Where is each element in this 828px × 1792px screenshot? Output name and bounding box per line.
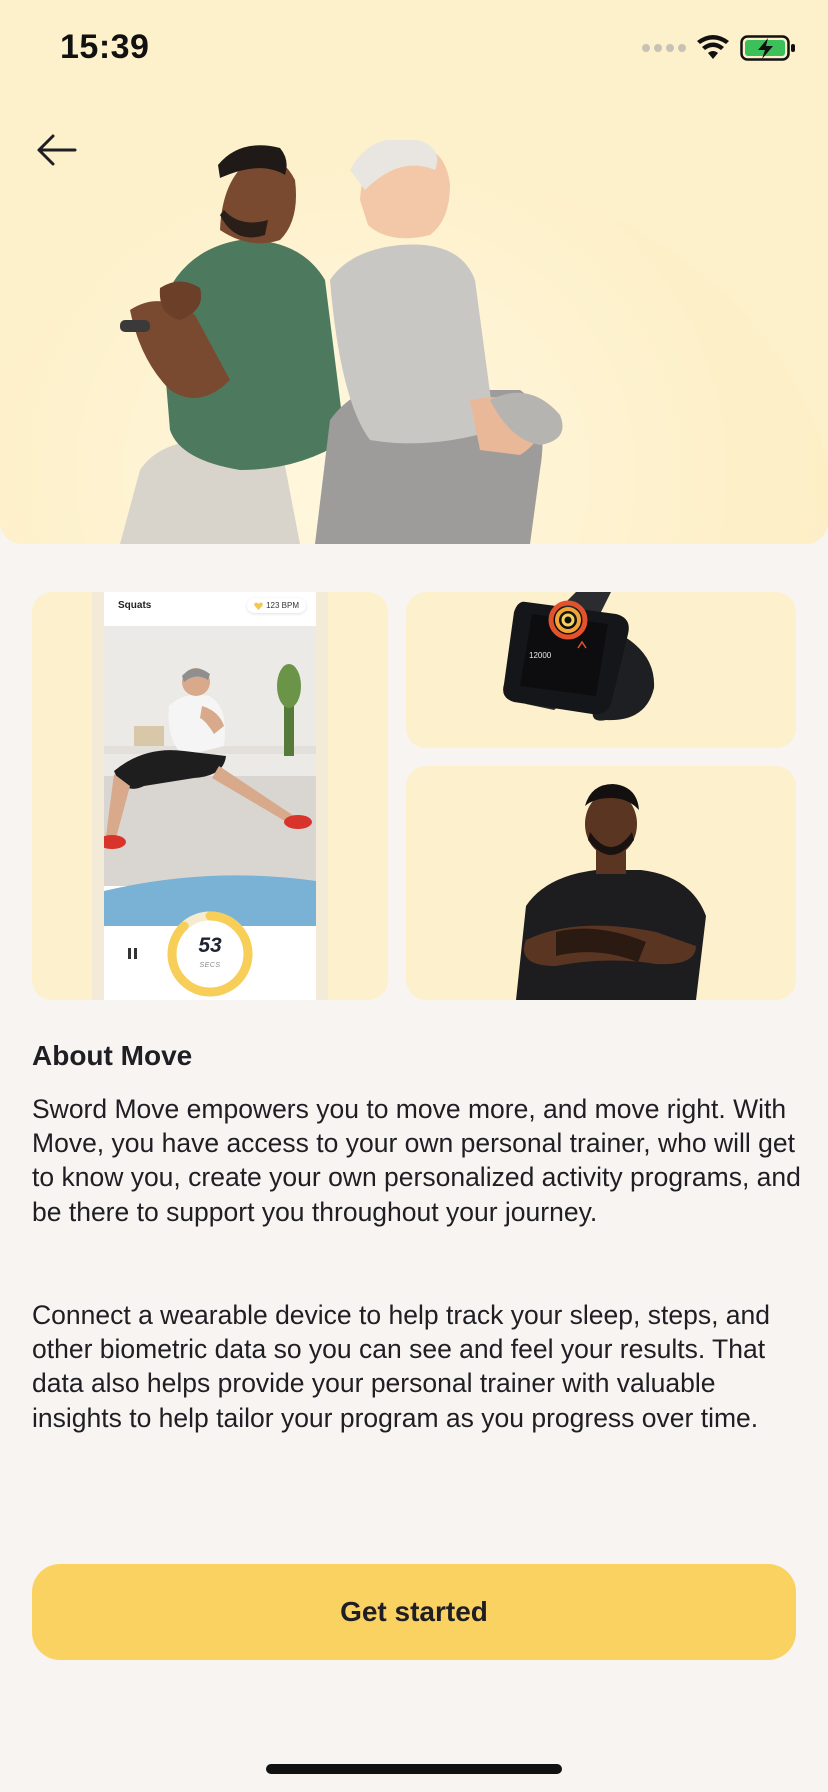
exercise-timer: 53 SECS — [166, 910, 254, 998]
phone-mockup: Squats 123 BPM 53 SECS — [92, 592, 328, 1000]
heart-rate-badge: 123 BPM — [247, 598, 306, 613]
about-description-paragraph-2: Connect a wearable device to help track … — [32, 1300, 771, 1433]
timer-unit: SECS — [199, 962, 221, 969]
gallery-wearable-card: 12000 — [406, 592, 796, 748]
get-started-button[interactable]: Get started — [32, 1564, 796, 1660]
battery-charging-icon — [740, 35, 795, 61]
personal-trainer-image — [516, 784, 706, 1000]
gallery-trainer-card — [406, 766, 796, 1000]
status-time: 15:39 — [60, 28, 150, 66]
watch-step-readout: 12000 — [529, 651, 552, 660]
smartwatch-image: 12000 — [503, 592, 655, 721]
phone-screen: Squats 123 BPM 53 SECS — [104, 592, 316, 1000]
hero-image-two-people-stretching — [120, 140, 563, 544]
back-button[interactable] — [30, 128, 82, 172]
timer-value: 53 — [198, 934, 222, 957]
heart-icon — [254, 601, 263, 610]
about-description-paragraph-1: Sword Move empowers you to move more, an… — [32, 1094, 801, 1227]
wifi-icon — [697, 35, 729, 59]
exercise-name: Squats — [118, 600, 152, 611]
status-bar: 15:39 — [0, 0, 828, 100]
pause-icon — [126, 948, 138, 960]
arrow-left-icon — [37, 134, 77, 166]
heart-rate-value: 123 BPM — [266, 601, 299, 610]
home-indicator — [266, 1764, 562, 1774]
gallery-app-screenshot-card: Squats 123 BPM 53 SECS — [32, 592, 388, 1000]
about-title: About Move — [32, 1040, 193, 1071]
exercise-image-squat — [104, 626, 316, 926]
status-icons — [642, 34, 796, 62]
cellular-signal-icon — [642, 44, 686, 52]
